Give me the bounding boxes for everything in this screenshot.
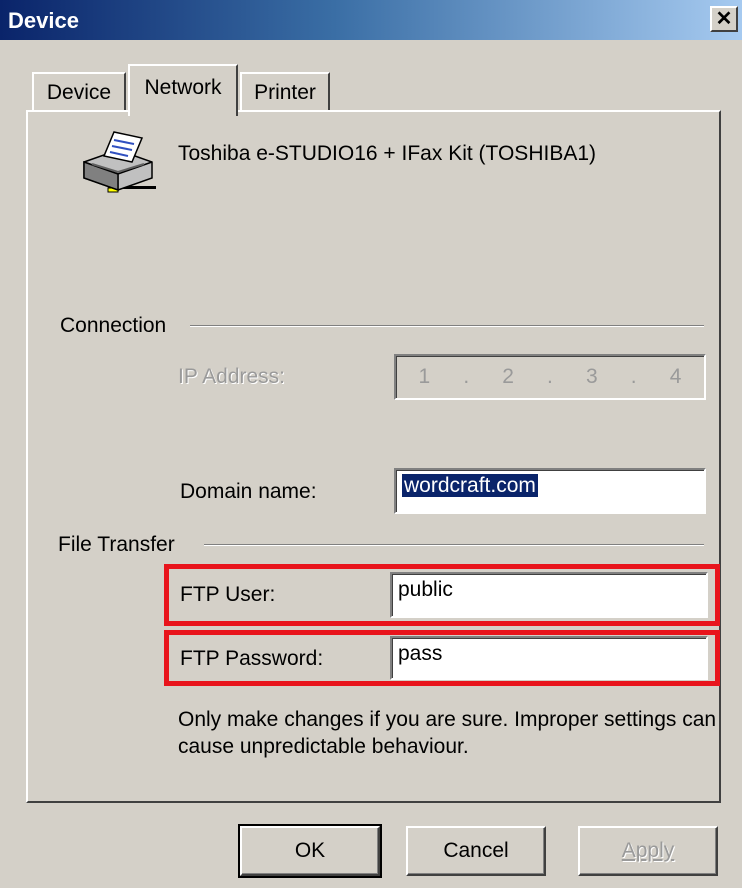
file-transfer-group-label: File Transfer <box>58 533 187 557</box>
domain-name-input[interactable]: wordcraft.com <box>394 468 706 514</box>
ip-address-label: IP Address: <box>178 365 286 388</box>
ip-octet-2: 2 <box>502 365 514 388</box>
device-dialog: Device ✕ Device Network Printer Toshiba … <box>0 0 742 888</box>
connection-group-label: Connection <box>60 314 179 338</box>
title-bar[interactable]: Device ✕ <box>0 0 742 40</box>
device-name: Toshiba e-STUDIO16 + IFax Kit (TOSHIBA1) <box>178 142 597 165</box>
ip-octet-1: 1 <box>418 365 431 388</box>
apply-button-label: Apply <box>621 839 675 862</box>
window-title: Device <box>8 8 79 33</box>
file-transfer-divider <box>204 544 704 546</box>
close-button[interactable]: ✕ <box>710 6 738 32</box>
close-icon: ✕ <box>715 8 733 30</box>
ftp-user-label: FTP User: <box>180 583 276 606</box>
domain-name-value: wordcraft.com <box>402 474 538 497</box>
tab-printer[interactable]: Printer <box>240 72 330 112</box>
ftp-user-input[interactable]: public <box>390 572 708 618</box>
cancel-button-label: Cancel <box>443 839 509 862</box>
ip-address-field: 1 . 2 . 3 . 4 <box>394 354 706 400</box>
ftp-user-value: public <box>398 578 453 601</box>
ip-octet-4: 4 <box>669 365 682 388</box>
ok-button-label: OK <box>294 839 326 862</box>
network-tab-panel <box>26 110 721 803</box>
tab-network[interactable]: Network <box>128 64 238 116</box>
ok-button[interactable]: OK <box>238 824 382 878</box>
apply-button[interactable]: Apply <box>578 826 718 876</box>
ftp-password-label: FTP Password: <box>180 647 324 670</box>
tab-device[interactable]: Device <box>32 72 126 112</box>
tab-printer-label: Printer <box>254 81 316 104</box>
connection-divider <box>190 325 704 327</box>
ip-octet-3: 3 <box>585 365 598 388</box>
ip-dot-3: . <box>630 365 637 388</box>
tab-network-label: Network <box>144 76 222 99</box>
ip-dot-1: . <box>463 365 470 388</box>
ip-dot-2: . <box>547 365 553 388</box>
cancel-button[interactable]: Cancel <box>406 826 546 876</box>
ftp-password-value: pass <box>398 642 443 665</box>
tab-device-label: Device <box>46 81 112 104</box>
printer-icon <box>83 131 156 193</box>
warning-text: Only make changes if you are sure. Impro… <box>178 708 717 758</box>
ftp-password-input[interactable]: pass <box>390 636 708 680</box>
domain-name-label: Domain name: <box>180 480 317 503</box>
